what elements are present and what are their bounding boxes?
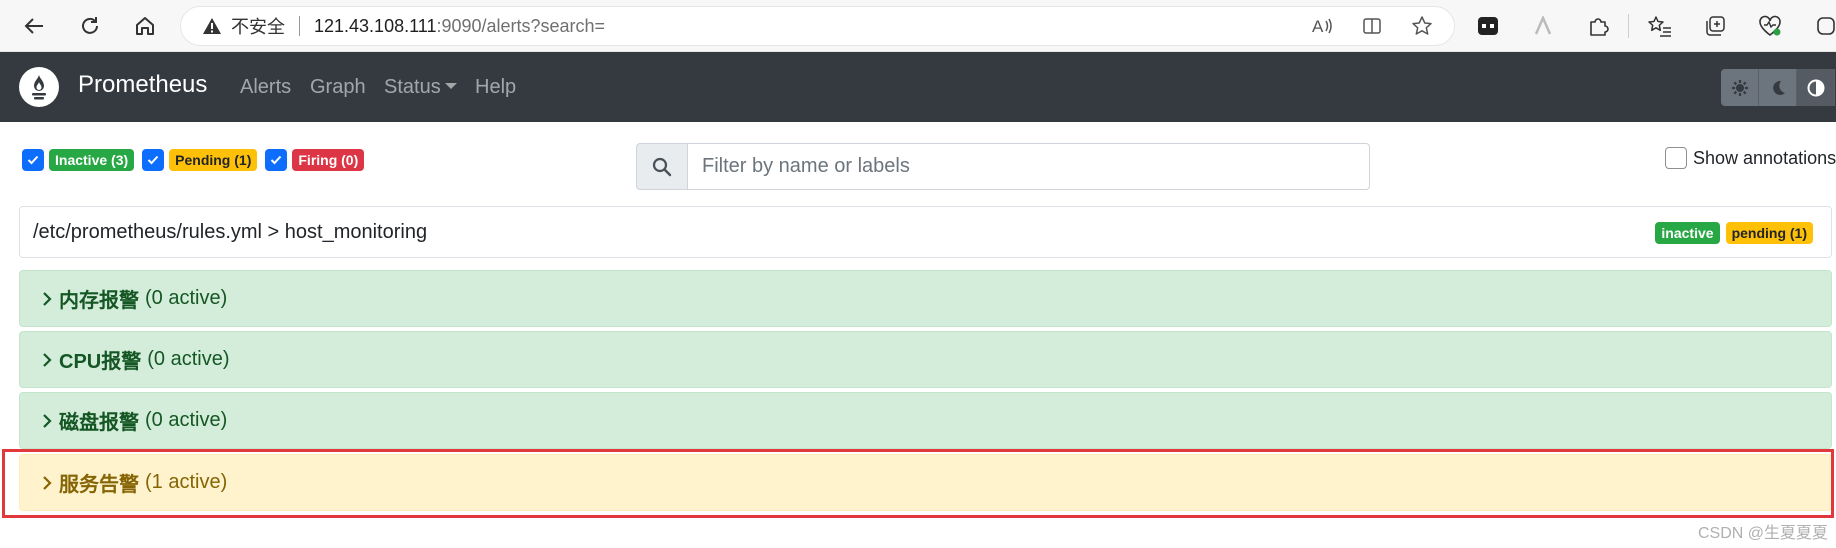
- refresh-icon: [82, 17, 98, 34]
- url-path: :9090/alerts?search=: [436, 15, 606, 36]
- search-input[interactable]: [688, 143, 1370, 190]
- favorites-list-icon[interactable]: [1644, 10, 1676, 42]
- prometheus-navbar: Prometheus Alerts Graph Status Help: [0, 52, 1836, 122]
- moon-icon: [1772, 80, 1785, 95]
- rule-group-header: /etc/prometheus/rules.yml > host_monitor…: [19, 206, 1832, 258]
- read-aloud-icon[interactable]: A: [1308, 12, 1336, 40]
- search-icon: [636, 143, 688, 190]
- check-icon: [147, 155, 159, 165]
- url-host: 121.43.108.111: [314, 15, 437, 36]
- group-pending-badge: pending (1): [1725, 222, 1813, 244]
- theme-dark-button[interactable]: [1759, 69, 1797, 106]
- divider: [299, 16, 300, 36]
- alert-rule-name: 磁盘报警: [59, 412, 139, 434]
- browser-toolbar: 不安全 121.43.108.111:9090/alerts?search= A: [0, 0, 1836, 52]
- chevron-right-icon: [39, 350, 55, 370]
- back-button[interactable]: [16, 8, 52, 44]
- prometheus-logo-icon[interactable]: [19, 67, 59, 107]
- theme-auto-button[interactable]: [1797, 69, 1835, 106]
- back-arrow-icon: [24, 18, 43, 34]
- alert-rule-name: CPU报警: [59, 351, 142, 373]
- toolbar-divider: [1628, 14, 1629, 38]
- alert-active-count: (0 active): [147, 348, 230, 370]
- check-icon: [271, 155, 282, 165]
- refresh-button[interactable]: [72, 8, 108, 44]
- alert-rule-name: 内存报警: [59, 290, 139, 312]
- extensions-puzzle-icon[interactable]: [1582, 10, 1614, 42]
- collections-icon[interactable]: [1699, 10, 1731, 42]
- extension-logo-icon[interactable]: [1527, 10, 1559, 42]
- address-bar[interactable]: 不安全 121.43.108.111:9090/alerts?search=: [180, 6, 1455, 46]
- extension-dark-icon[interactable]: [1472, 10, 1504, 42]
- firing-filter-badge[interactable]: Firing (0): [292, 149, 365, 171]
- alert-rule-row[interactable]: 磁盘报警 (0 active): [19, 392, 1832, 449]
- chevron-right-icon: [39, 289, 55, 309]
- chevron-right-icon: [39, 411, 55, 431]
- pending-checkbox[interactable]: [142, 149, 165, 171]
- highlight-annotation-box: [2, 449, 1834, 518]
- nav-help[interactable]: Help: [475, 76, 516, 99]
- caret-down-icon: [444, 83, 457, 89]
- nav-alerts[interactable]: Alerts: [240, 76, 291, 99]
- inactive-checkbox[interactable]: [22, 149, 44, 171]
- alert-active-count: (0 active): [145, 287, 228, 309]
- show-annotations-toggle[interactable]: Show annotations: [1665, 146, 1836, 170]
- warning-icon: [201, 15, 223, 37]
- favorite-star-icon[interactable]: [1408, 12, 1436, 40]
- brand-title[interactable]: Prometheus: [78, 71, 207, 99]
- check-icon: [27, 155, 39, 165]
- sun-gear-icon: [1731, 79, 1748, 96]
- group-inactive-badge: inactive: [1655, 222, 1720, 244]
- split-screen-icon[interactable]: [1358, 12, 1386, 40]
- half-circle-icon: [1807, 79, 1824, 96]
- pending-filter-badge[interactable]: Pending (1): [169, 149, 258, 171]
- state-filters: Inactive (3) Pending (1) Firing (0): [22, 148, 372, 172]
- alert-rule-row[interactable]: 内存报警 (0 active): [19, 270, 1832, 327]
- nav-status-label: Status: [384, 76, 441, 98]
- firing-checkbox[interactable]: [265, 149, 288, 171]
- nav-status-dropdown[interactable]: Status: [384, 76, 457, 99]
- security-label[interactable]: 不安全: [231, 13, 285, 39]
- copilot-icon[interactable]: [1810, 10, 1836, 42]
- browser-essentials-heart-icon[interactable]: [1754, 10, 1786, 42]
- watermark: CSDN @生夏夏夏: [1697, 525, 1828, 542]
- theme-light-button[interactable]: [1721, 69, 1759, 106]
- show-annotations-checkbox[interactable]: [1665, 147, 1687, 169]
- theme-toggle-group: [1721, 69, 1836, 106]
- rule-group-title: /etc/prometheus/rules.yml > host_monitor…: [33, 221, 428, 243]
- alert-active-count: (0 active): [145, 409, 228, 431]
- show-annotations-label: Show annotations: [1693, 147, 1836, 168]
- home-icon: [136, 17, 154, 35]
- inactive-filter-badge[interactable]: Inactive (3): [49, 149, 135, 171]
- rule-group-badges: inactive pending (1): [1649, 222, 1813, 244]
- svg-text:A: A: [1312, 17, 1324, 36]
- home-button[interactable]: [127, 8, 163, 44]
- nav-graph[interactable]: Graph: [310, 76, 366, 99]
- alert-rule-row[interactable]: CPU报警 (0 active): [19, 331, 1832, 388]
- search-group: [636, 143, 1370, 190]
